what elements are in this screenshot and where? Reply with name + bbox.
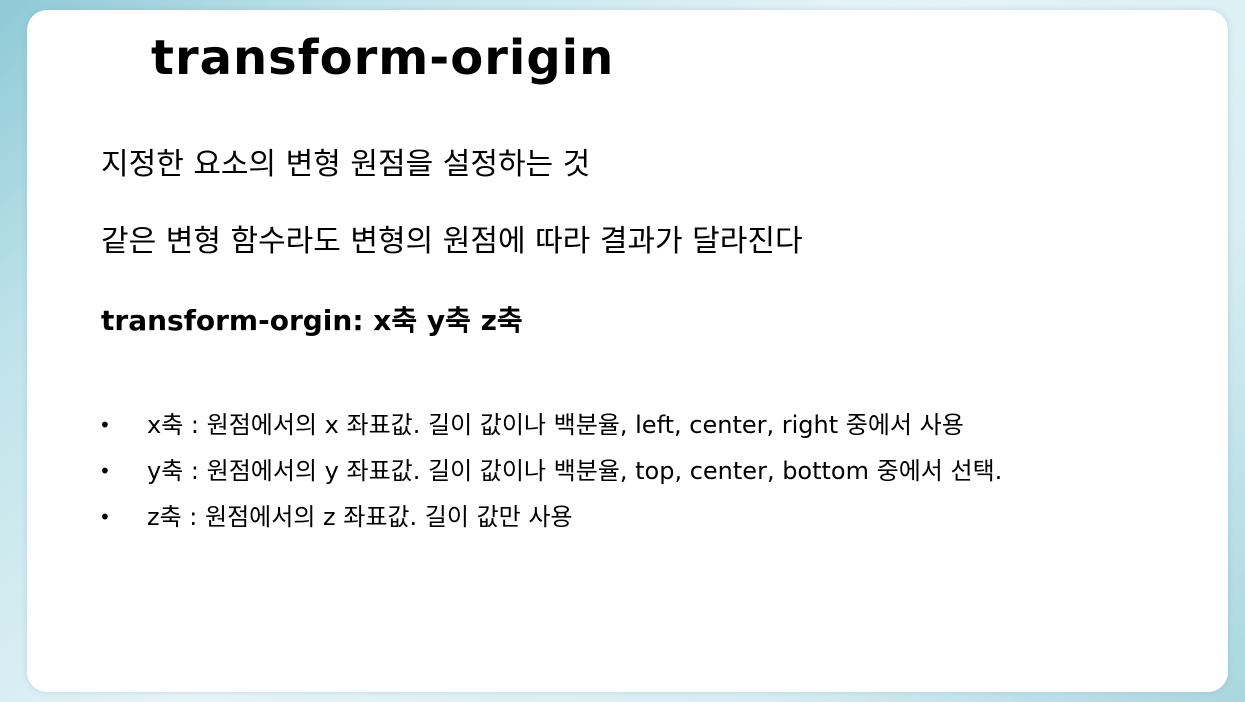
bullet-icon: • [99,505,111,529]
bullet-item-z-axis: • z축 : 원점에서의 z 좌표값. 길이 값만 사용 [99,494,1002,540]
bullet-text-y-axis: y축 : 원점에서의 y 좌표값. 길이 값이나 백분율, top, cente… [147,457,1003,485]
bullet-icon: • [99,413,111,437]
description-line-1: 지정한 요소의 변형 원점을 설정하는 것 [101,147,591,182]
slide-title: transform-origin [151,30,615,86]
description-line-2: 같은 변형 함수라도 변형의 원점에 따라 결과가 달라진다 [101,224,803,259]
bullet-icon: • [99,459,111,483]
syntax-line: transform-orgin: x축 y축 z축 [101,304,523,337]
bullet-item-y-axis: • y축 : 원점에서의 y 좌표값. 길이 값이나 백분율, top, cen… [99,448,1002,494]
slide-card: transform-origin 지정한 요소의 변형 원점을 설정하는 것 같… [27,10,1228,692]
bullet-item-x-axis: • x축 : 원점에서의 x 좌표값. 길이 값이나 백분율, left, ce… [99,402,1002,448]
bullet-list: • x축 : 원점에서의 x 좌표값. 길이 값이나 백분율, left, ce… [99,402,1002,540]
bullet-text-z-axis: z축 : 원점에서의 z 좌표값. 길이 값만 사용 [147,503,573,531]
bullet-text-x-axis: x축 : 원점에서의 x 좌표값. 길이 값이나 백분율, left, cent… [147,411,964,439]
